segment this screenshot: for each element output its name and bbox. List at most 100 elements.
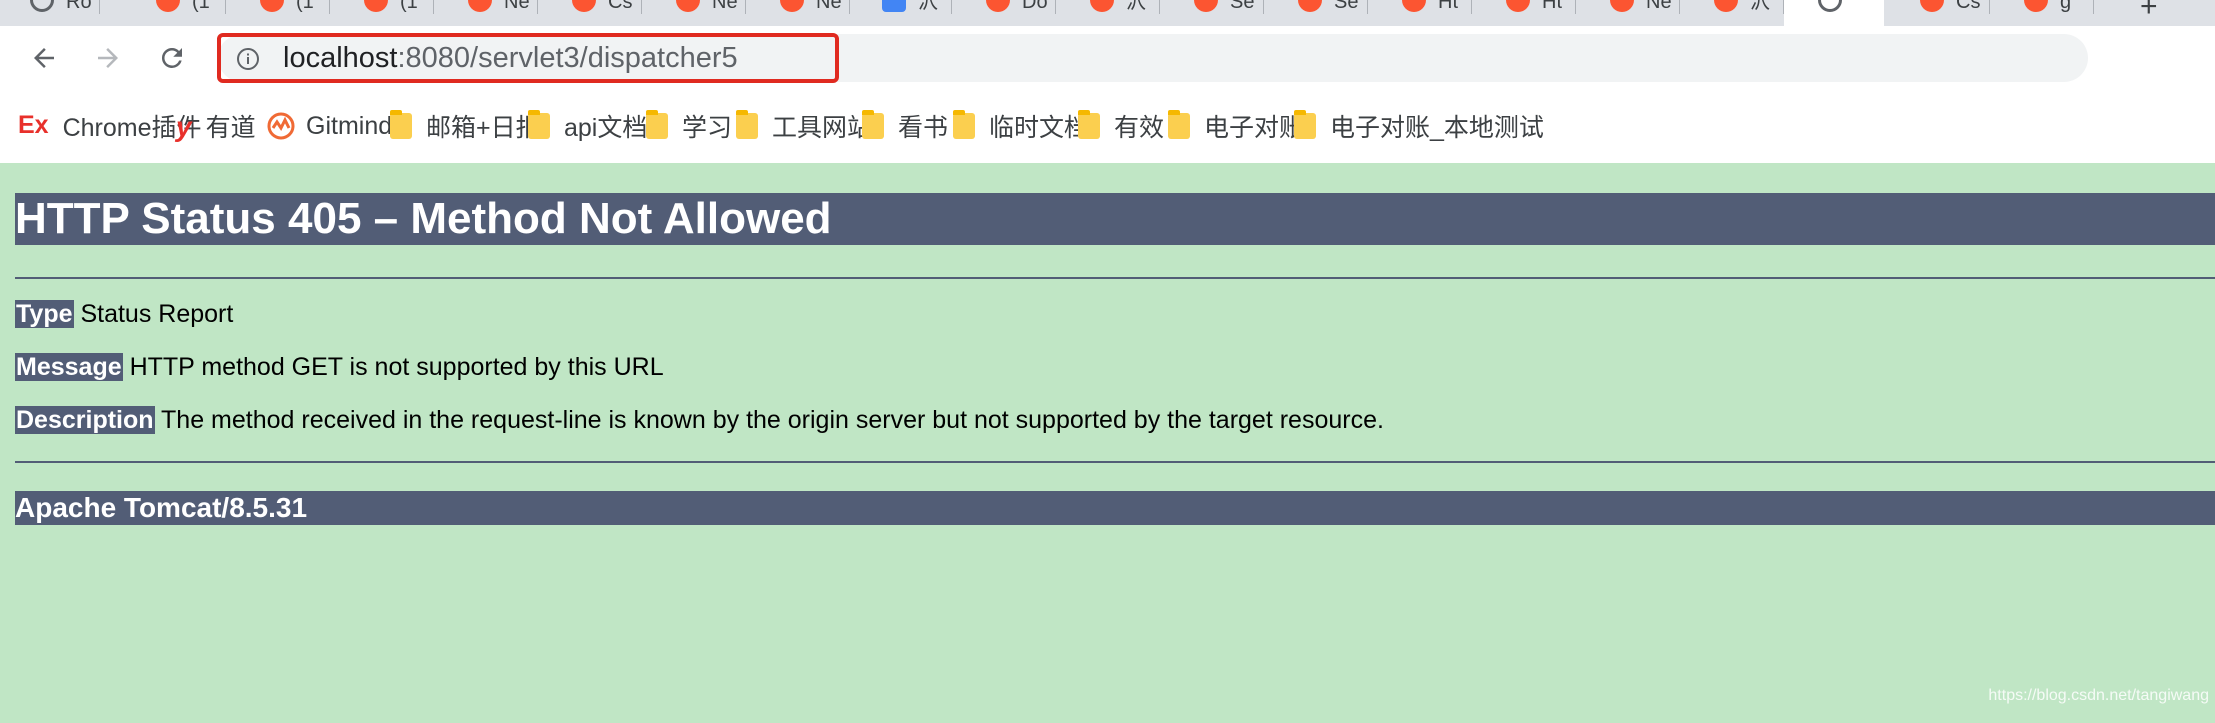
bookmark-label: 邮箱+日报 [426,114,541,142]
reload-button[interactable] [154,40,190,76]
tab-title: Se [1334,0,1359,13]
bookmark-item[interactable]: y 有道 [176,108,256,144]
browser-tab[interactable]: Ne [642,0,746,26]
browser-tab[interactable]: Ro [0,0,100,26]
bookmark-item[interactable]: 邮箱+日报 [390,108,541,144]
url-highlight-annotation [217,33,839,83]
tab-title: (1 [400,0,418,13]
bookmark-label: api文档 [564,114,648,142]
ex-logo-icon: Ex [18,111,49,139]
folder-icon [862,110,884,139]
browser-tab[interactable]: (1 [330,0,434,26]
csdn-icon [468,0,492,12]
csdn-icon [986,0,1010,12]
csdn-icon [1506,0,1530,12]
folder-icon [528,110,550,139]
folder-icon [646,110,668,139]
browser-tab[interactable]: Ht [1368,0,1472,26]
page-title: HTTP Status 405 – Method Not Allowed [15,193,2215,245]
gitmind-icon [266,111,295,141]
browser-tab[interactable]: Ne [746,0,850,26]
bookmark-item[interactable]: 有效 [1078,108,1164,144]
browser-tab[interactable]: 沢 [1056,0,1160,26]
arrow-right-icon [98,48,118,68]
bookmark-item[interactable]: 电子对账 [1168,108,1304,144]
browser-tab[interactable]: 沢 [848,0,952,26]
browser-tab[interactable]: Ne [434,0,538,26]
error-page: HTTP Status 405 – Method Not Allowed Typ… [0,163,2215,723]
csdn-icon [260,0,284,12]
bookmark-item[interactable]: 临时文档 [953,108,1089,144]
bookmark-item[interactable]: 工具网站 [736,108,872,144]
watermark: https://blog.csdn.net/tangiwang [1988,687,2209,704]
bookmark-label: 看书 [898,114,949,142]
tab-title: 沢 [1750,0,1770,13]
browser-tab[interactable] [1784,0,1884,26]
browser-tab[interactable]: Do [952,0,1056,26]
bookmark-item[interactable]: 学习 [646,108,732,144]
csdn-icon [1402,0,1426,12]
description-line: Description The method received in the r… [15,403,1384,437]
bookmark-label: 有道 [205,114,256,142]
arrow-left-icon [34,48,54,68]
type-line: Type Status Report [15,297,233,331]
bookmark-label: 学习 [682,114,733,142]
folder-icon [736,110,758,139]
type-value: Status Report [80,300,234,328]
bookmark-label: 有效 [1114,114,1165,142]
browser-tab[interactable]: (1 [122,0,226,26]
tab-title: Ne [816,0,842,13]
folder-icon [1294,110,1316,139]
bookmark-item[interactable]: api文档 [528,108,647,144]
csdn-icon [364,0,388,12]
browser-tab[interactable]: 沢 [1680,0,1784,26]
bookmark-label: 电子对账 [1204,114,1305,142]
server-footer: Apache Tomcat/8.5.31 [15,491,2215,525]
tab-title: Ne [504,0,530,13]
type-label: Type [15,300,74,328]
tab-title: Cs [1956,0,1981,13]
toolbar: localhost:8080/servlet3/dispatcher5 [0,26,2215,90]
browser-chrome: Ro (1 (1 (1 Ne Cs Ne Ne 沢 Do 沢 Se Se Ht Ht Ne 沢 Cs g + loca… [0,0,2215,163]
csdn-icon [2024,0,2048,12]
tab-title: (1 [296,0,314,13]
bookmark-item[interactable]: 电子对账_本地测试 [1294,108,1544,144]
bookmark-label: Gitmind [306,111,393,140]
csdn-icon [780,0,804,12]
bookmark-item[interactable]: 看书 [862,108,948,144]
bookmark-item[interactable]: Ex Chrome插件 [18,108,202,144]
browser-tab[interactable]: Ht [1472,0,1576,26]
message-line: Message HTTP method GET is not supported… [15,350,664,384]
tab-title: Ro [66,0,92,13]
csdn-icon [1090,0,1114,12]
csdn-icon [1610,0,1634,12]
forward-button[interactable] [90,40,126,76]
browser-tab[interactable]: (1 [226,0,330,26]
bookmark-label: 电子对账_本地测试 [1330,114,1544,142]
browser-tab[interactable]: Se [1160,0,1264,26]
folder-icon [1078,110,1100,139]
browser-tab[interactable]: g [1990,0,2094,26]
csdn-icon [1920,0,1944,12]
tab-title: Do [1022,0,1048,13]
browser-tab[interactable]: Cs [1886,0,1990,26]
new-tab-button[interactable]: + [2140,0,2158,24]
baidu-icon [882,0,906,12]
browser-tab[interactable]: Ne [1576,0,1680,26]
csdn-icon [572,0,596,12]
youdao-icon: y [176,111,192,142]
browser-tab[interactable]: Se [1264,0,1368,26]
tab-title: 沢 [1126,0,1146,13]
tab-title: Ne [1646,0,1672,13]
browser-tab[interactable]: Cs [538,0,642,26]
tab-title: 沢 [918,0,938,13]
reload-icon [161,47,182,68]
tab-title: (1 [192,0,210,13]
divider [15,461,2215,463]
folder-icon [953,110,975,139]
csdn-icon [1194,0,1218,12]
tab-title: g [2060,0,2072,13]
bookmark-item[interactable]: Gitmind [266,108,392,144]
back-button[interactable] [26,40,62,76]
loading-icon [1818,0,1842,12]
